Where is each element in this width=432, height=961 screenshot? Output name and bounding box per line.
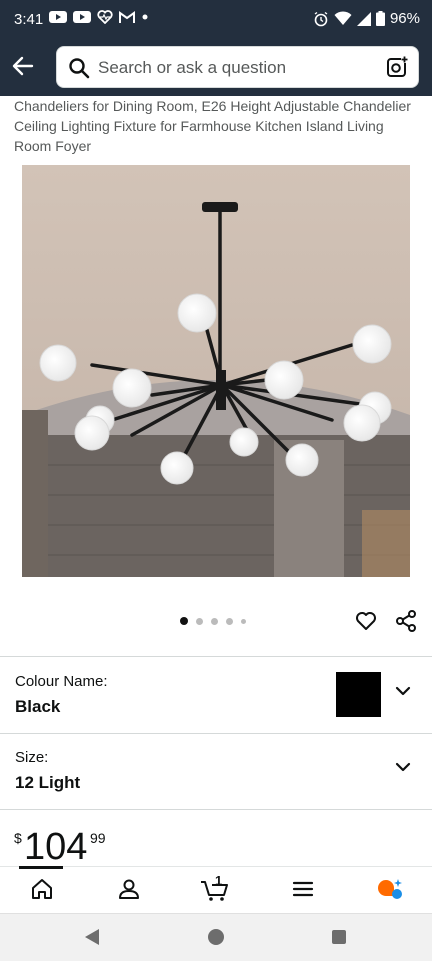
home-icon[interactable] [30, 877, 54, 901]
price-symbol: $ [14, 830, 22, 846]
chandelier-image [22, 165, 410, 577]
account-icon[interactable] [117, 877, 141, 901]
carousel-dot[interactable] [226, 617, 233, 625]
price-fraction: 99 [90, 830, 106, 846]
battery-icon [375, 11, 385, 26]
heart-monitor-icon [97, 10, 113, 24]
image-carousel-dots[interactable] [180, 617, 246, 625]
active-tab-indicator [19, 866, 63, 869]
top-header: Search or ask a question [0, 38, 432, 96]
chevron-down-icon[interactable] [394, 682, 412, 700]
search-bar[interactable]: Search or ask a question [56, 46, 419, 88]
gmail-icon [119, 10, 135, 23]
colour-value: Black [15, 697, 61, 716]
colour-swatch[interactable] [336, 672, 381, 717]
dot-icon [142, 14, 148, 20]
recents-square-icon[interactable] [331, 929, 347, 945]
divider [0, 733, 432, 734]
wifi-icon [334, 11, 352, 25]
alarm-icon [314, 11, 328, 26]
colour-label: Colour Name: [15, 673, 108, 690]
search-icon [69, 58, 90, 79]
product-title[interactable]: Chandeliers for Dining Room, E26 Height … [14, 96, 424, 156]
rufus-assistant-icon[interactable] [376, 877, 404, 903]
cart-count: 1 [215, 873, 223, 888]
search-placeholder[interactable]: Search or ask a question [98, 58, 286, 78]
system-navigation-bar [0, 913, 432, 961]
carousel-dot[interactable] [196, 617, 203, 625]
battery-percent: 96% [389, 10, 420, 27]
bottom-tab-bar: 1 [0, 866, 432, 913]
share-icon[interactable] [394, 609, 418, 633]
size-value: 12 Light [15, 773, 81, 792]
carousel-dot-active[interactable] [180, 617, 188, 625]
back-triangle-icon[interactable] [84, 928, 100, 946]
heart-icon[interactable] [354, 609, 378, 633]
status-bar: 3:41 96% [0, 0, 432, 38]
divider [0, 656, 432, 657]
carousel-dot[interactable] [211, 617, 218, 625]
price-whole: 104 [24, 826, 88, 868]
camera-scan-icon[interactable] [386, 56, 408, 78]
notification-icons [49, 10, 149, 24]
menu-icon[interactable] [291, 877, 315, 901]
chevron-down-icon[interactable] [394, 758, 412, 776]
carousel-dot[interactable] [241, 618, 246, 624]
size-label: Size: [15, 749, 49, 766]
product-image[interactable] [22, 165, 410, 577]
back-arrow-icon[interactable] [10, 53, 36, 79]
cart-button[interactable]: 1 [200, 873, 230, 903]
divider [0, 809, 432, 810]
home-circle-icon[interactable] [207, 928, 225, 946]
youtube-icon [49, 11, 67, 23]
youtube-icon [73, 11, 91, 23]
status-time: 3:41 [14, 11, 44, 28]
system-status-icons: 96% [313, 10, 420, 27]
signal-icon [356, 11, 371, 26]
